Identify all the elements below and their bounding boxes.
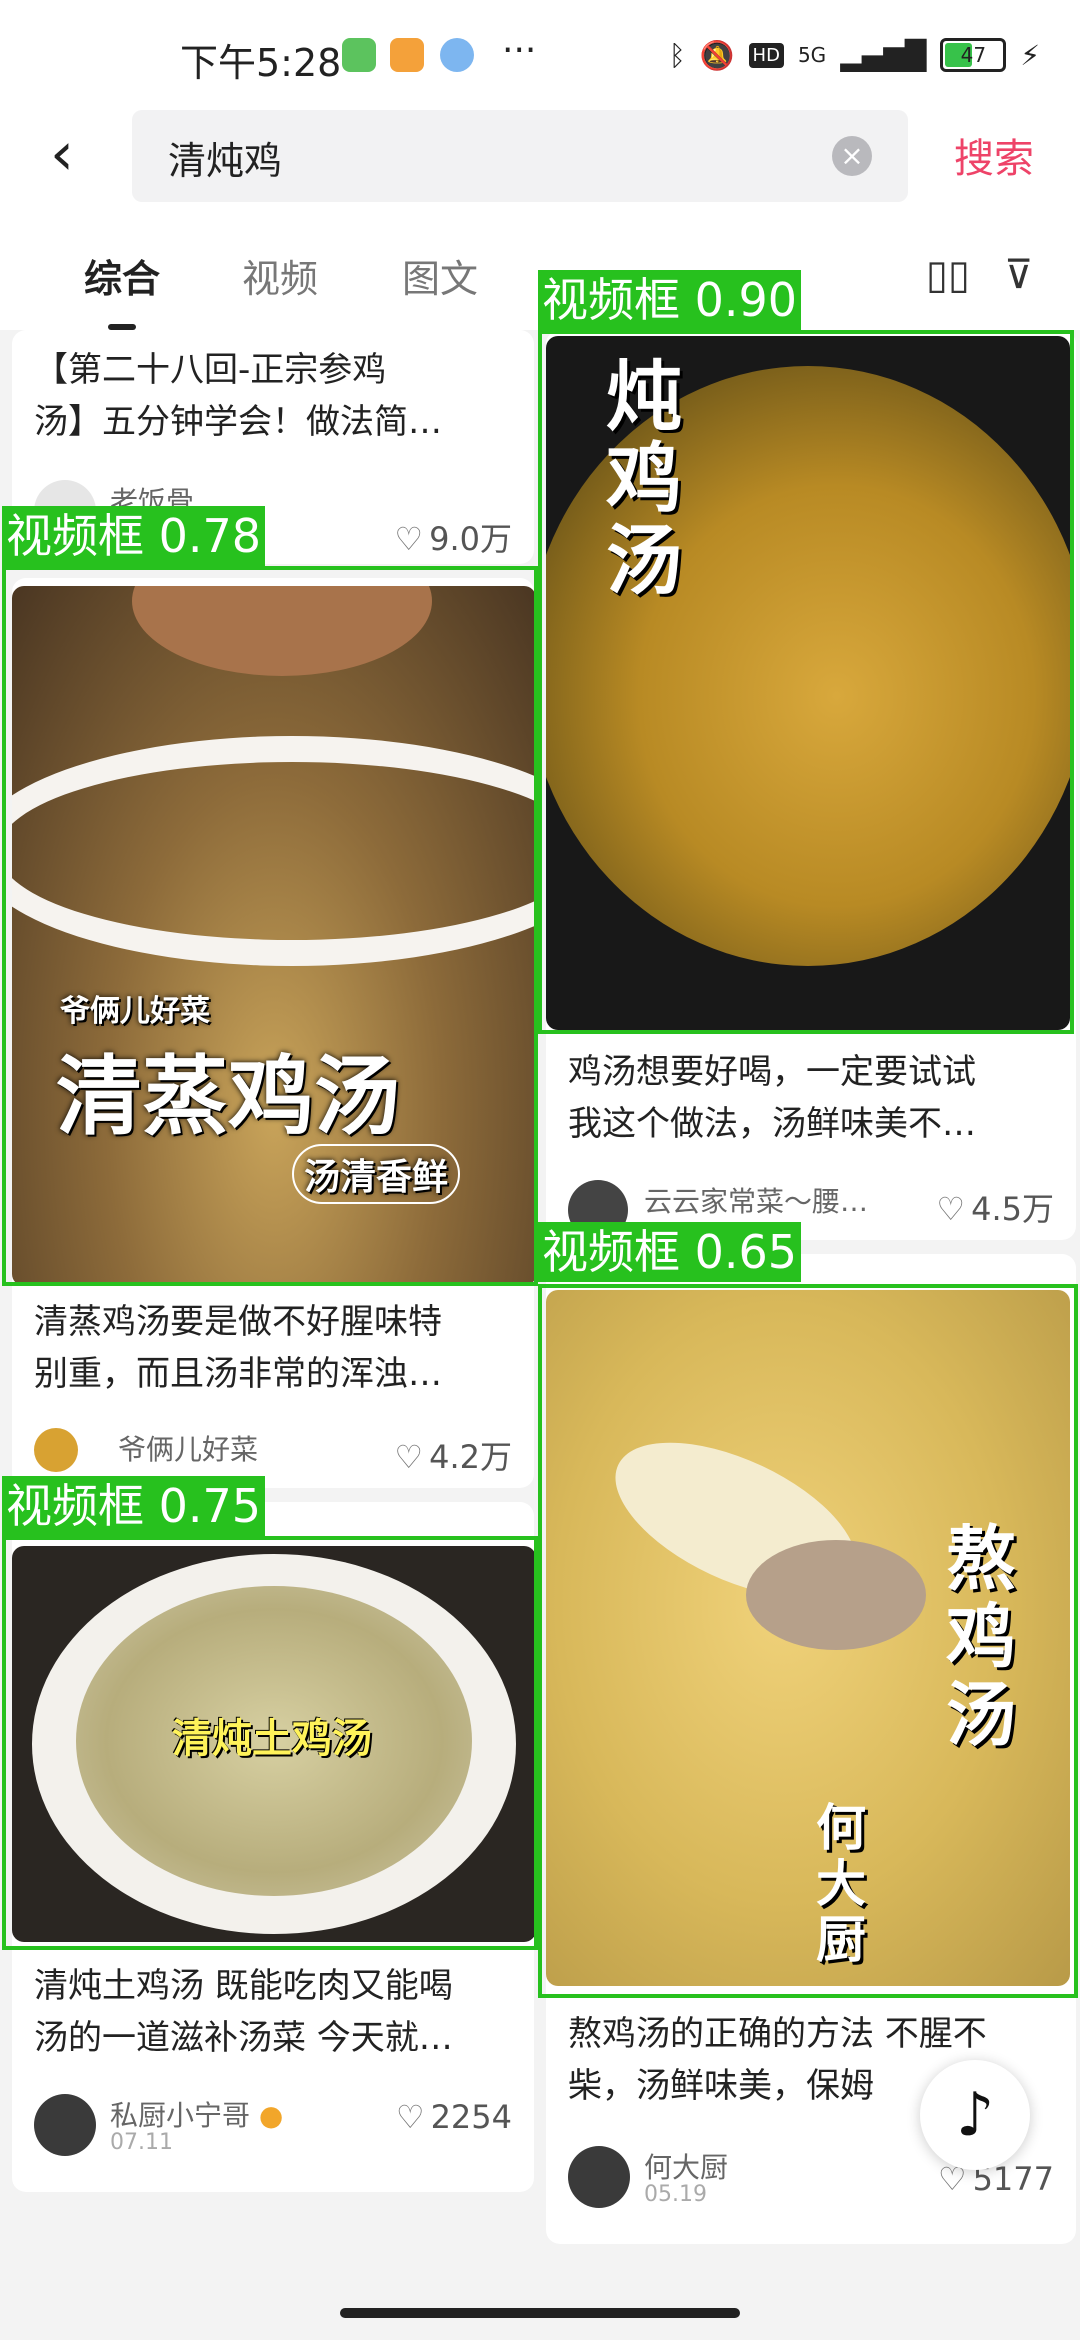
card-title: 清炖土鸡汤 既能吃肉又能喝 汤的一道滋补汤菜 今天就…: [34, 1966, 453, 2058]
heart-icon: ♡: [395, 2098, 425, 2136]
hd-icon: HD: [748, 42, 784, 68]
home-indicator[interactable]: [340, 2308, 740, 2318]
avatar[interactable]: [34, 2094, 96, 2156]
like-count[interactable]: ♡ 4.5万: [936, 1184, 1054, 1230]
detection-box: [2, 1536, 538, 1950]
charging-icon: ⚡: [1020, 38, 1040, 72]
like-count[interactable]: ♡ 9.0万: [394, 514, 512, 560]
detection-box: [538, 1284, 1078, 1998]
crown-badge-icon: ●: [250, 2099, 284, 2132]
avatar[interactable]: [34, 1428, 78, 1472]
detection-label: 视频框 0.78: [2, 506, 266, 566]
status-bar: 下午5:28 ··· ᛒ 🔕 HD 5G ▂▄▆█ 47 ⚡: [0, 0, 1080, 110]
back-icon[interactable]: ‹: [50, 124, 110, 184]
filter-icon[interactable]: ⊽: [1004, 252, 1033, 298]
status-right: ᛒ 🔕 HD 5G ▂▄▆█ 47 ⚡: [669, 30, 1040, 80]
heart-icon: ♡: [394, 520, 424, 558]
author-name[interactable]: 爷俩儿好菜: [118, 1428, 258, 1468]
author-name[interactable]: 云云家常菜～腰…: [644, 1180, 868, 1220]
heart-icon: ♡: [394, 1438, 424, 1476]
card-title: 鸡汤想要好喝，一定要试试 我这个做法，汤鲜味美不…: [568, 1052, 976, 1144]
tab-video[interactable]: 视频: [242, 248, 318, 303]
detection-label: 视频框 0.75: [2, 1476, 266, 1536]
post-date: 05.19: [644, 2182, 707, 2207]
search-box[interactable]: ×: [132, 110, 908, 204]
author-name[interactable]: 何大厨: [644, 2146, 728, 2186]
card-author-row: 私厨小宁哥 ● 07.11 ♡ 2254: [34, 2094, 512, 2156]
clear-icon[interactable]: ×: [832, 136, 872, 176]
card-title: 清蒸鸡汤要是做不好腥味特 别重，而且汤非常的浑浊…: [34, 1302, 442, 1394]
detection-box: [2, 566, 538, 1286]
battery-icon: 47: [940, 38, 1007, 72]
status-time: 下午5:28: [180, 41, 342, 85]
signal-icon: ▂▄▆█: [840, 38, 927, 72]
search-header: ‹ × 搜索: [0, 110, 1080, 230]
heart-icon: ♡: [936, 1190, 966, 1228]
search-button[interactable]: 搜索: [954, 126, 1034, 184]
network-label: 5G: [797, 43, 827, 67]
post-date: 07.11: [110, 2130, 173, 2155]
app-cloud-icon: [440, 38, 474, 72]
search-input[interactable]: [166, 110, 810, 204]
bluetooth-icon: ᛒ: [668, 38, 686, 72]
like-count[interactable]: ♡ 4.2万: [394, 1432, 512, 1478]
tab-all[interactable]: 综合: [84, 248, 160, 303]
layout-toggle-icon[interactable]: ▯▯: [926, 252, 970, 298]
app-58-icon: [390, 38, 424, 72]
mute-icon: 🔕: [699, 38, 735, 72]
detection-label: 视频框 0.65: [538, 1222, 802, 1282]
author-name[interactable]: 私厨小宁哥 ●: [110, 2094, 283, 2134]
detection-label: 视频框 0.90: [538, 270, 802, 330]
app-notification-icon: [342, 38, 376, 72]
tab-image-text[interactable]: 图文: [402, 248, 478, 303]
detection-box: [538, 330, 1074, 1034]
card-title: 【第二十八回-正宗参鸡 汤】五分钟学会！做法简…: [34, 350, 442, 442]
avatar[interactable]: [568, 2146, 630, 2208]
more-notifications-icon: ···: [502, 30, 537, 71]
douyin-floating-icon[interactable]: ♪: [920, 2060, 1030, 2170]
like-count[interactable]: ♡ 2254: [396, 2098, 512, 2136]
